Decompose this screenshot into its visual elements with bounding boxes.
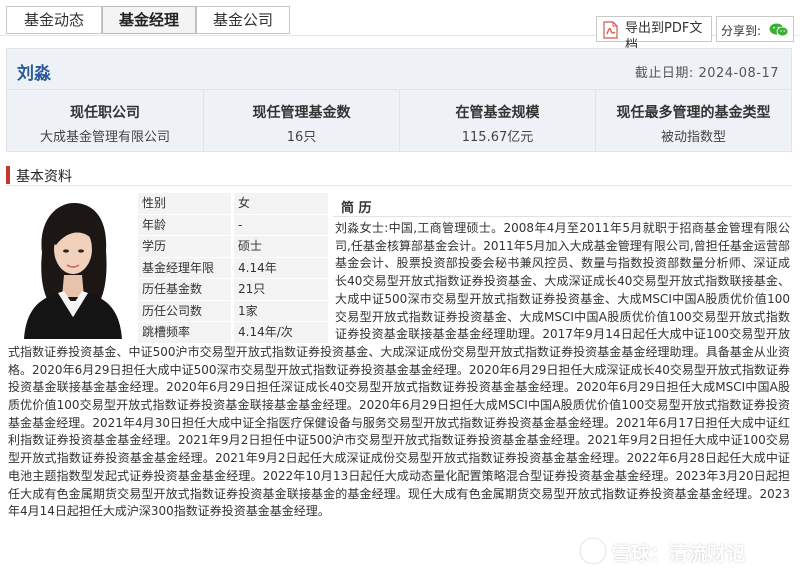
stat-current-company: 现任职公司 大成基金管理有限公司 <box>7 90 203 152</box>
bio-heading: 简 历 <box>333 193 792 217</box>
share-label: 分享到: <box>721 24 762 38</box>
section-title: 基本资料 <box>16 169 72 185</box>
stat-label: 现任最多管理的基金类型 <box>616 105 771 121</box>
cutoff-date: 截止日期: 2024-08-17 <box>635 62 779 81</box>
manager-stats: 现任职公司 大成基金管理有限公司 现任管理基金数 16只 在管基金规模 115.… <box>6 90 792 152</box>
tab-fund-manager[interactable]: 基金经理 <box>102 6 196 34</box>
section-accent-bar <box>6 166 10 184</box>
profile-key: 性别 <box>138 193 231 214</box>
stat-value: 16只 <box>286 130 317 145</box>
snowball-logo-icon <box>578 536 608 566</box>
stat-value: 115.67亿元 <box>461 130 534 145</box>
stat-label: 现任职公司 <box>70 105 140 121</box>
profile-row-gender: 性别 女 <box>138 193 328 214</box>
stat-current-fund-count: 现任管理基金数 16只 <box>203 90 399 152</box>
stat-label: 现任管理基金数 <box>252 105 351 121</box>
stat-value: 大成基金管理有限公司 <box>39 130 170 145</box>
cutoff-date-value: 2024-08-17 <box>698 66 779 81</box>
bio-heading-text: 简 历 <box>341 201 372 216</box>
profile-value: 女 <box>234 193 328 214</box>
watermark: 雪球：清流财记 <box>578 534 778 568</box>
pdf-icon <box>603 21 618 39</box>
bio-body: 刘淼女士:中国,工商管理硕士。2008年4月至2011年5月就职于招商基金管理有… <box>8 220 790 560</box>
manager-header: 刘淼 截止日期: 2024-08-17 <box>6 48 792 90</box>
share-box: 分享到: <box>716 16 794 42</box>
watermark-text: 雪球：清流财记 <box>612 543 746 565</box>
stat-aum: 在管基金规模 115.67亿元 <box>399 90 595 152</box>
stat-label: 在管基金规模 <box>455 105 540 121</box>
section-basic-info: 基本资料 <box>6 164 792 186</box>
stat-value: 被动指数型 <box>660 130 726 145</box>
wechat-icon[interactable] <box>769 23 789 37</box>
manager-name: 刘淼 <box>17 64 51 84</box>
bio-float-spacer <box>8 220 335 342</box>
tab-fund-news[interactable]: 基金动态 <box>6 6 102 34</box>
tab-fund-company[interactable]: 基金公司 <box>196 6 290 34</box>
stat-main-fund-type: 现任最多管理的基金类型 被动指数型 <box>595 90 791 152</box>
cutoff-date-label: 截止日期: <box>634 66 694 81</box>
export-pdf-button[interactable]: 导出到PDF文档 <box>596 16 712 53</box>
